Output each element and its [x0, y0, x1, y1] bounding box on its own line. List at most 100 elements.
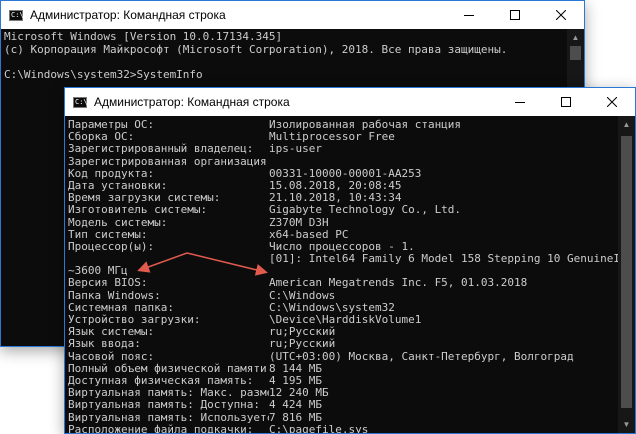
info-row: Версия BIOS: American Megatrends Inc. F5,… [68, 277, 618, 289]
info-row: Время загрузки системы: 21.10.2018, 10:43… [68, 192, 618, 204]
minimize-button[interactable] [446, 1, 492, 29]
info-key: Язык системы: [68, 326, 155, 339]
info-value: Изолированная рабочая станция [269, 119, 462, 131]
close-button[interactable] [589, 88, 635, 116]
info-key: Время загрузки системы: [68, 192, 221, 205]
info-value: Z370M D3H [269, 216, 329, 229]
maximize-icon [561, 97, 571, 107]
info-value: 15.08.2018, 20:08:45 [269, 179, 402, 192]
close-icon [556, 10, 566, 20]
scroll-up-icon[interactable]: ▲ [618, 116, 635, 133]
scrollbar-thumb[interactable] [621, 136, 632, 408]
close-icon [607, 97, 617, 107]
maximize-button[interactable] [492, 1, 538, 29]
info-key: Зарегистрированный владелец: [68, 143, 254, 156]
info-key: Тип системы: [68, 228, 148, 241]
maximize-icon [510, 10, 520, 20]
info-key: Виртуальная память: Используется: [68, 411, 269, 424]
info-row: [01]: Intel64 Family 6 Model 158 Steppin… [68, 253, 618, 265]
console-prompt-line: C:\Windows\system32>SystemInfo [4, 67, 203, 81]
info-key: Часовой пояс: [68, 350, 155, 363]
info-key: ~3600 МГц [68, 265, 128, 278]
info-row: Язык системы: ru;Русский [68, 326, 618, 338]
info-row: Устройство загрузки: \Device\HarddiskVolu… [68, 314, 618, 326]
info-row: Виртуальная память: Используется: 7 816 М… [68, 412, 618, 424]
info-value: 7 816 МБ [269, 411, 322, 424]
info-row: Часовой пояс: (UTC+03:00) Москва, Санкт-П… [68, 351, 618, 363]
info-row: ~3600 МГц [68, 265, 618, 277]
info-value [269, 156, 618, 168]
info-row: Параметры ОС: Изолированная рабочая станц… [68, 119, 618, 131]
info-value: C:\pagefile.sys [269, 423, 369, 433]
info-key: Расположение файла подкачки: [68, 423, 254, 433]
info-row: Процессор(ы): Число процессоров - 1. [68, 241, 618, 253]
info-key: Виртуальная память: Доступна: [68, 399, 261, 412]
scrollbar-thumb[interactable] [570, 46, 581, 60]
info-value: Число процессоров - 1. [269, 240, 415, 253]
console-output[interactable]: Параметры ОС: Изолированная рабочая станц… [65, 116, 618, 433]
title-bar[interactable]: C:\ Администратор: Командная строка [1, 1, 584, 29]
maximize-button[interactable] [543, 88, 589, 116]
info-key: Язык ввода: [68, 338, 141, 351]
info-key: Дата установки: [68, 179, 168, 192]
info-value: ips-user [269, 143, 322, 156]
info-value: C:\Windows\system32 [269, 301, 395, 314]
info-row: Язык ввода: ru;Русский [68, 338, 618, 350]
info-row: Модель системы: Z370M D3H [68, 217, 618, 229]
info-row: Расположение файла подкачки: C:\pagefile.… [68, 424, 618, 433]
info-key: Устройство загрузки: [68, 314, 201, 326]
cmd-window-front[interactable]: C:\ Администратор: Командная строка Пара… [64, 87, 636, 434]
info-key: Сборка ОС: [68, 131, 135, 144]
window-title: Администратор: Командная строка [30, 8, 226, 22]
cmd-app-icon: C:\ [73, 96, 88, 108]
info-value: Multiprocessor Free [269, 131, 395, 144]
info-row: Виртуальная память: Доступна: 4 424 МБ [68, 399, 618, 411]
close-button[interactable] [538, 1, 584, 29]
minimize-icon [515, 102, 525, 103]
info-value: Gigabyte Technology Co., Ltd. [269, 204, 462, 217]
info-key: Код продукта: [68, 167, 155, 180]
info-value: 8 144 МБ [269, 362, 322, 375]
info-row: Зарегистрированная организация: [68, 156, 618, 168]
info-row: Полный объем физической памяти: 8 144 МБ [68, 363, 618, 375]
info-value: 12 240 МБ [269, 387, 329, 400]
window-title: Администратор: Командная строка [94, 95, 290, 109]
info-key [68, 253, 269, 265]
minimize-button[interactable] [497, 88, 543, 116]
info-value: American Megatrends Inc. F5, 01.03.2018 [269, 277, 528, 290]
info-row: Доступная физическая память: 4 195 МБ [68, 375, 618, 387]
info-value: 4 424 МБ [269, 399, 322, 412]
info-key: Доступная физическая память: [68, 374, 254, 387]
info-key: Виртуальная память: Макс. размер: [68, 387, 269, 400]
info-row: Код продукта: 00331-10000-00001-AA253 [68, 168, 618, 180]
info-key: Процессор(ы): [68, 240, 155, 253]
info-row: Сборка ОС: Multiprocessor Free [68, 131, 618, 143]
cmd-app-icon: C:\ [9, 9, 24, 21]
title-bar[interactable]: C:\ Администратор: Командная строка [65, 88, 635, 116]
info-row: Тип системы: x64-based PC [68, 229, 618, 241]
info-value: [01]: Intel64 Family 6 Model 158 Steppin… [269, 253, 618, 266]
info-row: Виртуальная память: Макс. размер: 12 240 … [68, 387, 618, 399]
info-key: Параметры ОС: [68, 119, 155, 131]
info-value: ru;Русский [269, 338, 336, 351]
info-value [269, 265, 618, 277]
info-key: Версия BIOS: [68, 277, 148, 290]
info-value: 4 195 МБ [269, 374, 322, 387]
info-key: Полный объем физической памяти: [68, 362, 269, 375]
info-row: Папка Windows: C:\Windows [68, 290, 618, 302]
info-row: Зарегистрированный владелец: ips-user [68, 143, 618, 155]
info-row: Дата установки: 15.08.2018, 20:08:45 [68, 180, 618, 192]
info-value: C:\Windows [269, 289, 336, 302]
scroll-up-icon[interactable]: ▲ [567, 29, 584, 46]
info-row: Изготовитель системы: Gigabyte Technology… [68, 204, 618, 216]
info-key: Папка Windows: [68, 289, 161, 302]
vertical-scrollbar[interactable]: ▲ ▼ [618, 116, 635, 433]
console-line: Microsoft Windows [Version 10.0.17134.34… [4, 30, 283, 43]
info-key: Зарегистрированная организация: [68, 155, 269, 168]
info-value: (UTC+03:00) Москва, Санкт-Петербург, Вол… [269, 350, 574, 363]
scroll-down-icon[interactable]: ▼ [618, 416, 635, 433]
info-key: Модель системы: [68, 216, 168, 229]
info-row: Системная папка: C:\Windows\system32 [68, 302, 618, 314]
info-value: ru;Русский [269, 326, 336, 339]
